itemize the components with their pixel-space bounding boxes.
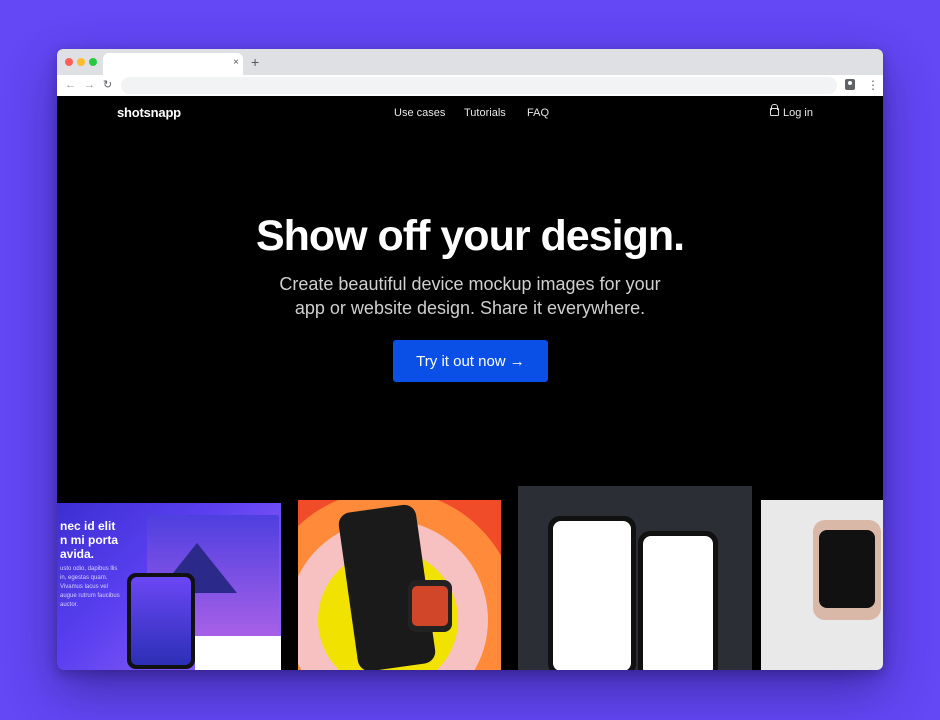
- lock-icon: [770, 104, 779, 116]
- watch-screen: [819, 530, 875, 608]
- tile-heading-line-1: nec id elit: [60, 519, 116, 533]
- try-it-out-button[interactable]: Try it out now →: [393, 340, 548, 382]
- phone-screen: [131, 577, 191, 665]
- tile-paragraph: usto odio, dapibus llis in, egestas quam…: [60, 566, 120, 608]
- menu-icon[interactable]: ⋮: [867, 76, 879, 94]
- showcase-tile-watch[interactable]: [761, 500, 883, 670]
- showcase-tile-web[interactable]: nec id elit n mi porta avida. usto odio,…: [57, 503, 281, 670]
- tile-heading-line-2: n mi porta: [60, 533, 119, 547]
- phone-screen: [553, 521, 631, 670]
- hero-title: Show off your design.: [255, 212, 685, 260]
- phone-mockup: [548, 516, 636, 670]
- phone-mockup: [127, 573, 195, 669]
- login-label: Log in: [783, 107, 813, 119]
- browser-window: × + ← → ↻ ⋮ shotsnapp Use cases Tutorial…: [57, 49, 883, 670]
- logo[interactable]: shotsnapp: [117, 105, 181, 120]
- close-window-button[interactable]: [65, 58, 73, 66]
- close-tab-icon[interactable]: ×: [233, 56, 239, 70]
- hero-subtitle-line-2: app or website design. Share it everywhe…: [294, 298, 646, 318]
- tile-heading-line-3: avida.: [60, 547, 95, 561]
- showcase-tile-phone-watch[interactable]: [298, 500, 501, 670]
- browser-tab[interactable]: ×: [103, 53, 243, 75]
- showcase-gallery: nec id elit n mi porta avida. usto odio,…: [57, 486, 883, 670]
- back-icon[interactable]: ←: [65, 77, 76, 93]
- reload-icon[interactable]: ↻: [103, 77, 112, 93]
- watch-screen: [412, 586, 448, 626]
- tile-heading: nec id elit n mi porta avida.: [60, 519, 118, 561]
- nav-faq[interactable]: FAQ: [527, 107, 549, 119]
- maximize-window-button[interactable]: [89, 58, 97, 66]
- new-tab-icon[interactable]: +: [251, 53, 259, 71]
- address-bar: ← → ↻ ⋮: [57, 75, 883, 97]
- nav-tutorials[interactable]: Tutorials: [464, 107, 506, 119]
- forward-icon[interactable]: →: [84, 77, 95, 93]
- card-panel: [195, 636, 281, 670]
- page-content: shotsnapp Use cases Tutorials FAQ Log in…: [57, 96, 883, 670]
- phone-mockup: [638, 531, 718, 670]
- tab-bar: × +: [57, 49, 883, 75]
- url-input[interactable]: [121, 77, 837, 94]
- phone-screen: [643, 536, 713, 670]
- hero-subtitle-line-1: Create beautiful device mockup images fo…: [279, 274, 661, 294]
- nav-use-cases[interactable]: Use cases: [394, 107, 445, 119]
- login-link[interactable]: Log in: [770, 104, 813, 119]
- minimize-window-button[interactable]: [77, 58, 85, 66]
- profile-icon[interactable]: [845, 79, 855, 90]
- watch-mockup: [813, 520, 881, 620]
- showcase-tile-app[interactable]: [518, 486, 752, 670]
- hero-subtitle: Create beautiful device mockup images fo…: [57, 272, 883, 320]
- watch-mockup: [408, 580, 452, 632]
